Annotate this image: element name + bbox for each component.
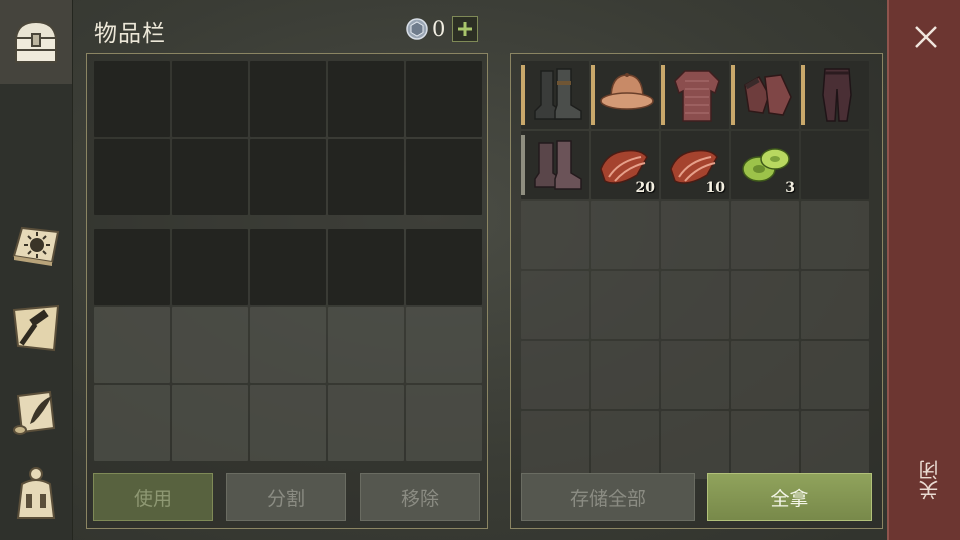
page-title: 物品栏 [94,21,166,47]
currency-display: 0 [406,16,478,42]
durability-bar [521,65,525,125]
inventory-slot-locked [406,307,482,383]
container-slot-empty [661,201,729,269]
container-slot-empty [731,411,799,479]
inventory-slot-locked [328,385,404,461]
inventory-slot[interactable] [250,229,326,305]
durability-bar [801,65,805,125]
inventory-slot[interactable] [328,139,404,215]
store-all-button[interactable]: 存储全部 [521,473,695,521]
container-slot-empty [801,411,869,479]
container-slot[interactable] [521,131,589,199]
container-slot-empty [731,201,799,269]
durability-bar [521,135,525,195]
inventory-slot-locked [406,385,482,461]
container-slot-empty [521,411,589,479]
item-quantity: 20 [635,180,655,196]
inventory-slot[interactable] [94,229,170,305]
container-slot[interactable] [801,61,869,129]
item-quantity: 3 [785,180,795,196]
boots-icon [534,68,582,120]
container-slot[interactable] [661,61,729,129]
sidebar [0,0,73,540]
gloves-icon [744,74,792,116]
container-slot[interactable] [731,61,799,129]
container-slot-empty [591,341,659,409]
container-slot-empty [731,341,799,409]
backpack-icon[interactable] [8,464,64,520]
split-button[interactable]: 分割 [226,473,346,521]
item-quantity: 10 [705,180,725,196]
inventory-slot-locked [172,385,248,461]
inventory-grid-bottom [94,229,482,461]
hexagon-gem-icon [406,18,428,40]
durability-bar [591,65,595,125]
close-label[interactable]: 关闭 [918,460,942,500]
chest-icon [14,20,58,63]
inventory-slot[interactable] [94,61,170,137]
pants-icon [822,68,852,122]
container-slot-empty [801,201,869,269]
durability-bar [661,65,665,125]
container-slot-empty [591,201,659,269]
container-slot-empty [591,271,659,339]
container-slot[interactable]: 20 [591,131,659,199]
chainmail-icon [674,70,720,122]
container-slot-empty [521,271,589,339]
sun-book-icon[interactable] [8,216,64,272]
container-slot[interactable] [801,131,869,199]
boots-icon [534,140,582,190]
container-slot-empty [521,201,589,269]
close-rail[interactable] [887,0,960,540]
inventory-slot[interactable] [406,61,482,137]
inventory-slot-locked [328,307,404,383]
remove-button[interactable]: 移除 [360,473,480,521]
durability-bar [731,65,735,125]
container-slot-empty [731,271,799,339]
sidebar-item-inventory[interactable] [0,0,72,84]
inventory-slot[interactable] [328,229,404,305]
container-slot-empty [801,271,869,339]
inventory-slot[interactable] [172,139,248,215]
inventory-slot[interactable] [172,61,248,137]
inventory-slot-locked [250,385,326,461]
inventory-slot-locked [94,307,170,383]
inventory-slot[interactable] [406,229,482,305]
hammer-map-icon[interactable] [8,300,64,356]
helmet-icon [600,73,654,110]
inventory-slot-locked [172,307,248,383]
inventory-slot[interactable] [250,139,326,215]
currency-count: 0 [432,17,446,41]
inventory-slot[interactable] [328,61,404,137]
inventory-slot[interactable] [172,229,248,305]
inventory-grid-top [94,61,482,215]
container-slot[interactable] [591,61,659,129]
container-slot-empty [801,341,869,409]
take-all-button[interactable]: 全拿 [707,473,872,521]
container-slot[interactable] [521,61,589,129]
container-slot-empty [661,341,729,409]
inventory-slot[interactable] [406,139,482,215]
inventory-slot[interactable] [250,61,326,137]
inventory-slot-locked [250,307,326,383]
add-currency-button[interactable] [452,16,478,42]
inventory-slot-locked [94,385,170,461]
scroll-quill-icon[interactable] [8,384,64,440]
container-grid: 20 10 3 [521,61,869,479]
container-slot-empty [591,411,659,479]
use-button[interactable]: 使用 [93,473,213,521]
container-slot-empty [521,341,589,409]
close-icon[interactable] [911,22,941,52]
plus-icon [458,22,472,36]
container-slot-empty [661,271,729,339]
inventory-slot[interactable] [94,139,170,215]
container-slot[interactable]: 3 [731,131,799,199]
container-slot[interactable]: 10 [661,131,729,199]
container-slot-empty [661,411,729,479]
